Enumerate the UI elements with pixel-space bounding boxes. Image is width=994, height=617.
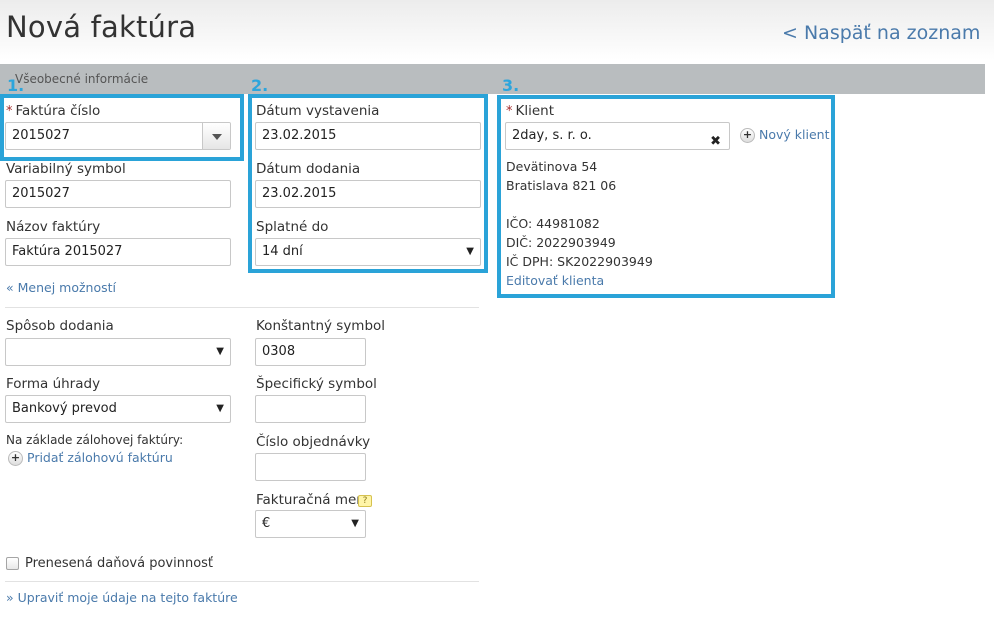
reverse-charge-checkbox[interactable] (6, 557, 19, 570)
marker-2: 2. (251, 76, 269, 95)
payment-form-value: Bankový prevod (12, 401, 117, 416)
due-value: 14 dní (262, 244, 303, 259)
new-client-label: Nový klient (759, 127, 830, 142)
due-select[interactable]: 14 dní ▼ (255, 238, 481, 266)
currency-label: Fakturačná mena (256, 492, 374, 508)
invoice-name-input[interactable]: Faktúra 2015027 (5, 238, 231, 266)
new-client-link[interactable]: + Nový klient (740, 127, 829, 143)
client-ids: IČO: 44981082 DIČ: 2022903949 IČ DPH: SK… (506, 214, 653, 290)
plus-icon: + (740, 128, 755, 143)
payment-form-select[interactable]: Bankový prevod ▼ (5, 395, 231, 423)
invoice-name-label: Názov faktúry (6, 219, 101, 235)
invoice-number-label-text: Faktúra číslo (15, 103, 101, 119)
caret-down-icon: ▼ (466, 246, 474, 257)
client-ic-dph: IČ DPH: SK2022903949 (506, 254, 653, 269)
section-label: Všeobecné informácie (15, 72, 149, 86)
client-address: Devätinova 54 Bratislava 821 06 (506, 157, 616, 195)
issue-date-label: Dátum vystavenia (256, 103, 380, 119)
specific-symbol-input[interactable] (255, 395, 366, 423)
constant-symbol-input[interactable]: 0308 (255, 338, 366, 366)
delivery-date-label: Dátum dodania (256, 161, 361, 177)
specific-symbol-label: Špecifický symbol (256, 376, 377, 392)
add-advance-invoice-label: Pridať zálohovú faktúru (27, 450, 173, 465)
invoice-number-label: * Faktúra číslo (6, 103, 100, 119)
edit-client-link[interactable]: Editovať klienta (506, 271, 653, 290)
variable-symbol-input[interactable]: 2015027 (5, 180, 231, 208)
client-label-text: Klient (515, 103, 555, 119)
required-mark: * (6, 104, 13, 119)
clear-icon[interactable]: ✖ (710, 129, 721, 149)
divider (5, 581, 479, 582)
client-address-line2: Bratislava 821 06 (506, 178, 617, 193)
divider (5, 307, 479, 308)
advance-invoice-label: Na základe zálohovej faktúry: (6, 433, 184, 447)
back-to-list-link[interactable]: < Naspäť na zoznam (782, 22, 980, 44)
invoice-number-dropdown-button[interactable] (202, 123, 230, 149)
caret-down-icon: ▼ (351, 518, 359, 529)
order-number-input[interactable] (255, 453, 366, 481)
required-mark: * (506, 104, 513, 119)
caret-down-icon: ▼ (216, 346, 224, 357)
payment-form-label: Forma úhrady (6, 376, 101, 392)
invoice-number-input[interactable]: 2015027 (5, 122, 231, 150)
currency-select[interactable]: € ▼ (255, 510, 366, 538)
chevron-down-icon (212, 134, 222, 140)
marker-1: 1. (7, 76, 25, 95)
client-input[interactable]: 2day, s. r. o. ✖ (505, 122, 730, 150)
plus-icon: + (8, 451, 23, 466)
marker-3: 3. (502, 76, 520, 95)
delivery-method-label: Spôsob dodania (6, 318, 114, 334)
issue-date-input[interactable]: 23.02.2015 (255, 122, 481, 150)
order-number-label: Číslo objednávky (256, 434, 371, 450)
due-label: Splatné do (256, 219, 329, 235)
client-ico: IČO: 44981082 (506, 216, 600, 231)
client-dic: DIČ: 2022903949 (506, 235, 616, 250)
constant-symbol-label: Konštantný symbol (256, 318, 386, 334)
client-address-line1: Devätinova 54 (506, 159, 598, 174)
page-title: Nová faktúra (6, 10, 197, 44)
variable-symbol-label: Variabilný symbol (6, 161, 126, 177)
help-icon[interactable]: ? (358, 495, 372, 507)
currency-value: € (262, 516, 271, 531)
add-advance-invoice-link[interactable]: + Pridať zálohovú faktúru (8, 450, 173, 466)
delivery-date-input[interactable]: 23.02.2015 (255, 180, 481, 208)
edit-my-data-link[interactable]: » Upraviť moje údaje na tejto faktúre (6, 590, 238, 605)
less-options-link[interactable]: « Menej možností (6, 280, 116, 295)
caret-down-icon: ▼ (216, 403, 224, 414)
reverse-charge-label: Prenesená daňová povinnosť (25, 556, 214, 571)
invoice-number-value: 2015027 (12, 128, 70, 143)
client-label: * Klient (506, 103, 554, 119)
delivery-method-select[interactable]: ▼ (5, 338, 231, 366)
client-value: 2day, s. r. o. (512, 128, 592, 143)
